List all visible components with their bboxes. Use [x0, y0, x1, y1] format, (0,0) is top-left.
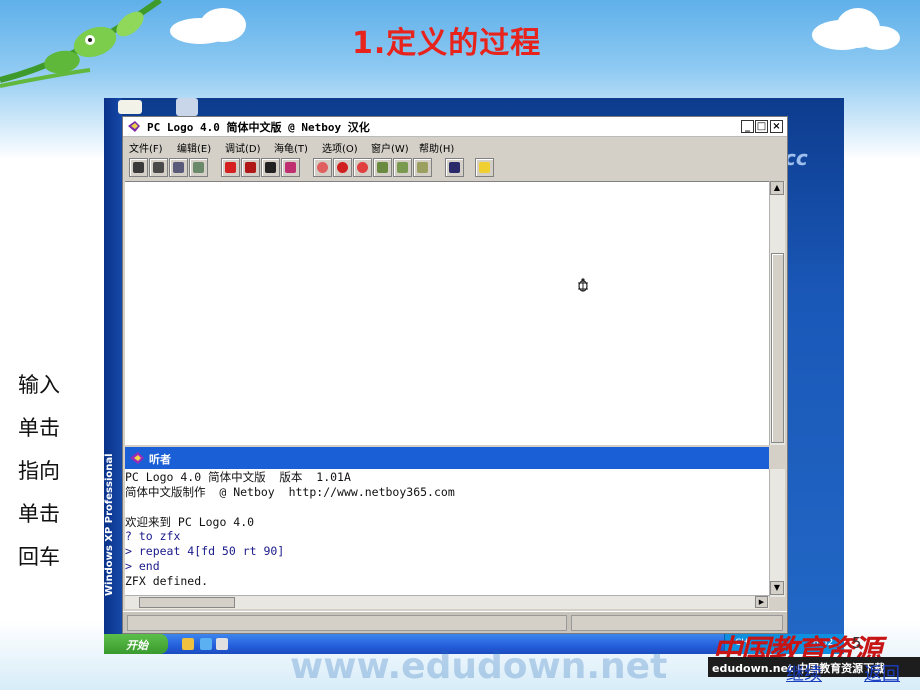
scrollbar-thumb[interactable] [139, 597, 235, 608]
help-icon[interactable] [475, 158, 494, 177]
desktop-icon[interactable] [118, 100, 142, 114]
desktop-icon[interactable] [176, 98, 198, 116]
watermark: www.edudown.net [290, 646, 668, 687]
window-titlebar[interactable]: PC Logo 4.0 简体中文版 @ Netboy 汉化 _ □ × [123, 117, 787, 137]
xp-logo-fragment: cc [784, 146, 808, 170]
os-label: Windows XP Professional [104, 453, 115, 596]
minimize-button[interactable]: _ [741, 120, 754, 133]
status-bar [123, 611, 787, 633]
start-label: 开始 [126, 639, 148, 652]
turtle-step-icon[interactable] [129, 158, 148, 177]
listener-line: 欢迎来到 PC Logo 4.0 [125, 515, 255, 529]
menu-turtle[interactable]: 海龟(T) [274, 140, 318, 155]
listener-line: > end [125, 559, 160, 573]
listener-scrollbar[interactable]: ▼ [769, 469, 785, 597]
canvas-scrollbar[interactable]: ▲ [769, 181, 785, 445]
listener-line: ? to zfx [125, 529, 181, 543]
traffic-light-icon[interactable] [373, 158, 392, 177]
instruction-word: 单击 [18, 416, 60, 440]
cloud-decoration [860, 26, 900, 50]
vine-leaves-decoration [0, 0, 162, 88]
menu-options[interactable]: 选项(O) [322, 140, 366, 155]
listener-line: 简体中文版制作 @ Netboy http://www.netboy365.co… [125, 485, 455, 499]
page-number: 5 [852, 634, 862, 652]
menu-help[interactable]: 帮助(H) [419, 140, 463, 155]
quicklaunch-icon[interactable] [182, 638, 194, 650]
pclogo-window: PC Logo 4.0 简体中文版 @ Netboy 汉化 _ □ × 文件(F… [122, 116, 788, 634]
cloud-decoration [200, 8, 246, 42]
embedded-screenshot: Windows XP Professional cc PC Logo 4.0 简… [104, 98, 844, 654]
menubar: 文件(F) 编辑(E) 调试(D) 海龟(T) 选项(O) 窗户(W) 帮助(H… [123, 138, 787, 156]
listener-output[interactable]: PC Logo 4.0 简体中文版 版本 1.01A 简体中文版制作 @ Net… [125, 469, 769, 597]
menu-debug[interactable]: 调试(D) [225, 140, 269, 155]
palette-icon[interactable] [281, 158, 300, 177]
edit-icon[interactable] [189, 158, 208, 177]
turtle-icon [128, 121, 140, 132]
turtle-run-icon[interactable] [149, 158, 168, 177]
xp-side-strip: Windows XP Professional [104, 98, 122, 634]
menu-edit[interactable]: 编辑(E) [177, 140, 221, 155]
listener-line: > repeat 4[fd 50 rt 90] [125, 544, 285, 558]
traffic-light-3-icon[interactable] [413, 158, 432, 177]
maximize-button[interactable]: □ [755, 120, 768, 133]
window-icon[interactable] [445, 158, 464, 177]
horizontal-scrollbar[interactable]: ▶ [125, 595, 769, 609]
close-button[interactable]: × [770, 120, 783, 133]
print-icon[interactable] [169, 158, 188, 177]
turtle-cursor-icon [578, 278, 588, 292]
listener-line: ZFX defined. [125, 574, 209, 588]
window-title: PC Logo 4.0 简体中文版 @ Netboy 汉化 [147, 121, 370, 134]
menu-file[interactable]: 文件(F) [129, 140, 173, 155]
instruction-list: 输入 单击 指向 单击 回车 [18, 370, 88, 585]
zoom-in-icon[interactable] [313, 158, 332, 177]
slide-title: 1.定义的过程 [352, 26, 542, 61]
status-pane [127, 615, 567, 631]
listener-titlebar: 听者 [125, 447, 769, 469]
scroll-down-icon[interactable]: ▼ [770, 581, 784, 595]
fill-icon[interactable] [261, 158, 280, 177]
listener-label: 听者 [149, 453, 171, 466]
scroll-right-icon[interactable]: ▶ [755, 596, 768, 608]
turtle-canvas[interactable] [125, 181, 769, 445]
menu-window[interactable]: 窗户(W) [371, 140, 415, 155]
scrollbar-thumb[interactable] [771, 253, 784, 443]
quicklaunch-icon[interactable] [216, 638, 228, 650]
instruction-word: 指向 [18, 459, 60, 483]
turtle-icon [130, 452, 144, 464]
traffic-light-2-icon[interactable] [393, 158, 412, 177]
instruction-word: 回车 [18, 545, 60, 569]
scroll-up-icon[interactable]: ▲ [770, 181, 784, 195]
zoom-out-icon[interactable] [353, 158, 372, 177]
zoom-red-icon[interactable] [333, 158, 352, 177]
continue-link[interactable]: 继续 [786, 660, 830, 686]
quicklaunch-icon[interactable] [200, 638, 212, 650]
pen-icon[interactable] [241, 158, 260, 177]
toolbar [129, 157, 509, 179]
listener-line: PC Logo 4.0 简体中文版 版本 1.01A [125, 470, 351, 484]
start-button[interactable]: 开始 [104, 634, 168, 654]
instruction-word: 单击 [18, 502, 60, 526]
stop-icon[interactable] [221, 158, 240, 177]
instruction-word: 输入 [18, 373, 60, 397]
back-link[interactable]: 返回 [864, 660, 908, 686]
